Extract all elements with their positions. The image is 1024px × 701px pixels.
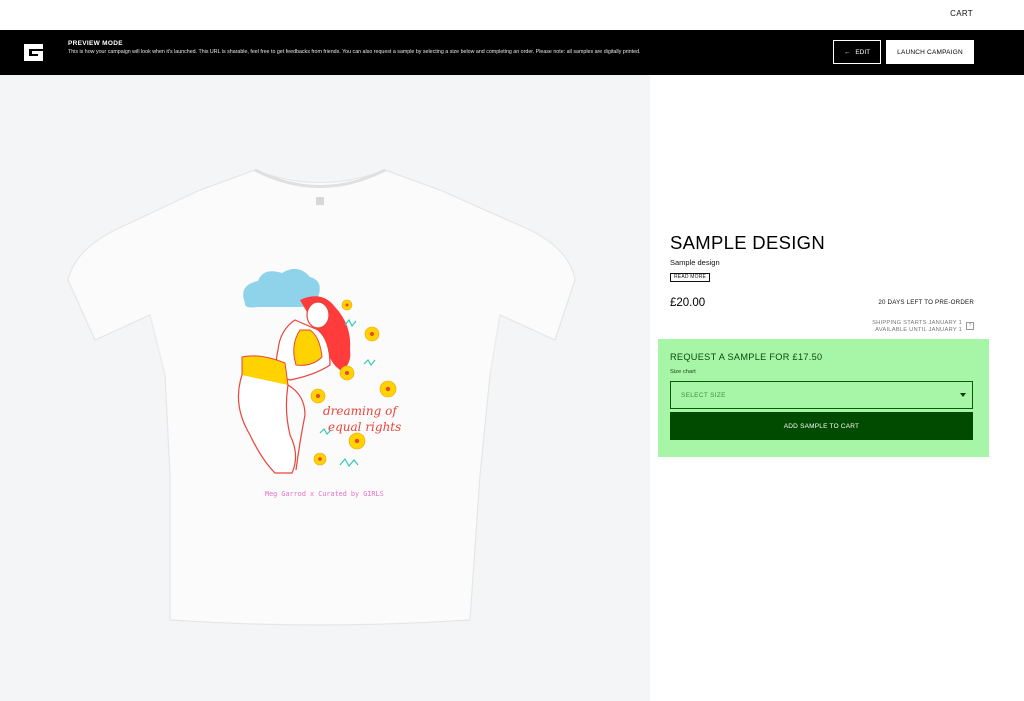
shipping-start-text: SHIPPING STARTS JANUARY 1 (872, 320, 962, 326)
illustration-phrase-line2: equal rights (328, 420, 401, 434)
read-more-button[interactable]: READ MORE (670, 273, 711, 282)
preview-mode-description: This is how your campaign will look when… (68, 49, 641, 55)
size-chart-link[interactable]: Size chart (670, 369, 696, 375)
shipping-info: SHIPPING STARTS JANUARY 1 AVAILABLE UNTI… (872, 320, 962, 334)
days-left-label: 20 DAYS LEFT TO PRE-ORDER (878, 299, 974, 306)
illustration-credit: Meg Garrod x Curated by GIRLS (265, 490, 384, 498)
sample-request-title: REQUEST A SAMPLE FOR £17.50 (670, 352, 823, 362)
arrow-left-icon: ← (843, 48, 851, 56)
tshirt-illustration: dreaming of equal rights Meg Garrod x Cu… (67, 168, 576, 626)
launch-campaign-button[interactable]: LAUNCH CAMPAIGN (886, 40, 974, 64)
top-bar: CART (0, 0, 1024, 30)
chevron-down-icon (960, 393, 966, 397)
availability-text: AVAILABLE UNTIL JANUARY 1 (875, 327, 962, 333)
illustration-phrase-line1: dreaming of (323, 404, 399, 418)
size-select-value: SELECT SIZE (681, 392, 726, 399)
product-price: £20.00 (670, 297, 706, 309)
product-title: SAMPLE DESIGN (670, 232, 826, 253)
product-image: dreaming of equal rights Meg Garrod x Cu… (0, 75, 650, 701)
add-sample-to-cart-button[interactable]: ADD SAMPLE TO CART (670, 412, 973, 440)
preview-mode-title: PREVIEW MODE (68, 40, 123, 47)
info-icon[interactable]: ? (966, 322, 974, 330)
cart-link[interactable]: CART (950, 9, 973, 18)
size-select[interactable]: SELECT SIZE (670, 381, 973, 409)
edit-button[interactable]: ← EDIT (833, 40, 881, 64)
product-subtitle: Sample design (670, 258, 720, 267)
brand-logo-icon[interactable] (24, 44, 43, 61)
edit-button-label: EDIT (855, 48, 871, 56)
